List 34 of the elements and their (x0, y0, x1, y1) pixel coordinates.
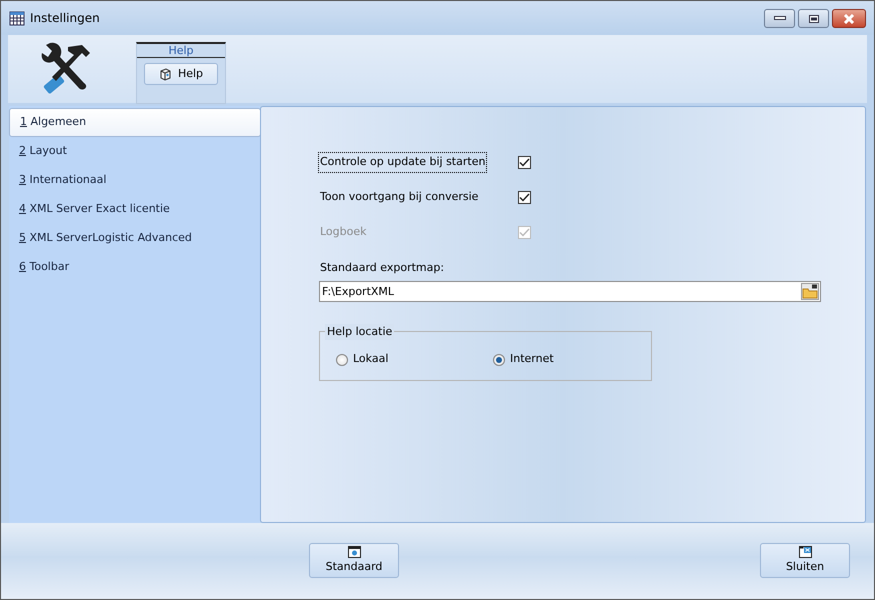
help-button[interactable]: Help (144, 63, 218, 85)
nav-item[interactable]: 5 XML ServerLogistic Advanced (9, 224, 260, 253)
ribbon-group-title: Help (137, 44, 225, 58)
window-title: Instellingen (30, 10, 100, 27)
option-label: Controle op update bij starten (319, 153, 486, 172)
window-close-icon (798, 546, 812, 558)
radio-button[interactable] (336, 354, 348, 366)
export-folder-field[interactable]: F:\ExportXML (319, 280, 821, 302)
nav-item[interactable]: 6 Toolbar (9, 253, 260, 282)
nav-item[interactable]: 1 Algemeen (9, 108, 261, 137)
minimize-icon (774, 16, 786, 21)
maximize-button[interactable] (798, 9, 829, 28)
minimize-button[interactable] (764, 9, 795, 28)
radio-option[interactable]: Lokaal (336, 351, 493, 368)
close-dialog-button[interactable]: Sluiten (760, 543, 850, 578)
checkbox[interactable] (518, 191, 531, 204)
group-title: Help locatie (325, 324, 394, 340)
option-label: Toon voortgang bij conversie (319, 189, 480, 206)
radio-option[interactable]: Internet (493, 351, 650, 368)
option-label: Logboek (319, 224, 368, 240)
close-icon (842, 14, 856, 24)
box-icon (158, 67, 172, 81)
nav-item[interactable]: 3 Internationaal (9, 166, 260, 195)
folder-icon[interactable] (801, 282, 819, 300)
checkbox[interactable] (518, 156, 531, 169)
default-button[interactable]: Standaard (309, 543, 399, 578)
field-label: Standaard exportmap: (319, 260, 446, 276)
nav-item[interactable]: 4 XML Server Exact licentie (9, 195, 260, 224)
nav-item[interactable]: 2 Layout (9, 137, 260, 166)
calendar-icon (9, 10, 25, 26)
window-settings-icon (348, 546, 360, 558)
radio-button[interactable] (493, 354, 505, 366)
maximize-icon (808, 14, 818, 22)
close-button[interactable] (832, 9, 866, 28)
